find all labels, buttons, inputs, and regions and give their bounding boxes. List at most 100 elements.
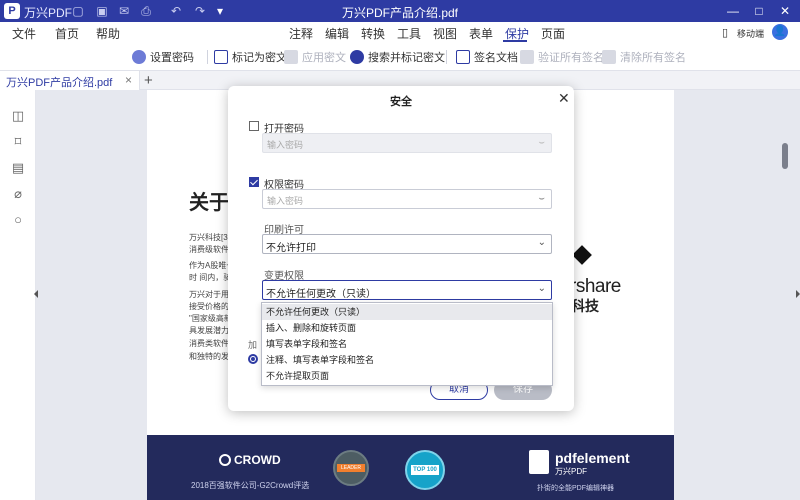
title-bar: P 万兴PDF ▢ ▣ ✉ ⎙ ↶ ↷ ▾ 万兴PDF产品介绍.pdf — □ … — [0, 0, 800, 22]
open-icon[interactable]: ▢ — [70, 3, 86, 19]
attachment-icon[interactable]: ⌀ — [10, 186, 26, 202]
document-tab[interactable]: 万兴PDF产品介绍.pdf × — [0, 71, 140, 90]
g2crowd-caption: 2018百强软件公司-G2Crowd评选 — [191, 481, 310, 490]
close-tab-icon[interactable]: × — [125, 73, 132, 87]
permission-password-checkbox[interactable] — [249, 177, 259, 187]
menu-form[interactable]: 表单 — [469, 25, 493, 42]
new-tab-icon[interactable]: + — [144, 72, 153, 89]
maximize-icon[interactable]: □ — [746, 0, 772, 22]
pdfelement-logo-icon — [529, 450, 549, 474]
mark-redaction-button[interactable]: 标记为密文 — [214, 49, 287, 65]
leader-badge-icon: LEADER — [333, 450, 369, 486]
chevron-down-icon: ⌄ — [537, 283, 546, 294]
clear-icon — [602, 50, 616, 64]
menu-view[interactable]: 视图 — [433, 25, 457, 42]
sign-document-button[interactable]: 签名文档 — [456, 49, 518, 65]
hidden-section-label: 加 — [248, 340, 258, 350]
open-password-placeholder: 输入密码 — [267, 140, 304, 150]
clear-signatures-button[interactable]: 清除所有签名 — [602, 49, 686, 65]
menu-tools[interactable]: 工具 — [397, 25, 421, 42]
brand-wordmark: rshare — [570, 276, 621, 297]
collapse-right-icon[interactable] — [796, 290, 800, 298]
show-password-icon[interactable]: ⌣ — [538, 137, 545, 148]
menu-home[interactable]: 首页 — [55, 25, 79, 42]
dialog-title: 安全 — [390, 96, 412, 108]
search-mark-redaction-label: 搜索并标记密文 — [368, 52, 445, 64]
dropdown-option[interactable]: 插入、删除和旋转页面 — [262, 320, 552, 336]
menu-edit[interactable]: 编辑 — [325, 25, 349, 42]
page-heading: 关于 — [189, 192, 229, 214]
app-name: 万兴PDF — [24, 6, 73, 20]
toolbar-divider — [446, 50, 447, 64]
page-text-line: 消费类软件, — [189, 339, 232, 348]
protect-toolbar: 设置密码 标记为密文 应用密文 搜索并标记密文 签名文档 验证所有签名 清除所有… — [0, 42, 800, 70]
search-icon — [350, 50, 364, 64]
print-icon[interactable]: ⎙ — [138, 3, 154, 19]
menu-comment[interactable]: 注释 — [289, 25, 313, 42]
search-panel-icon[interactable]: ○ — [10, 212, 26, 228]
pdfelement-cn-name: 万兴PDF — [555, 467, 587, 476]
change-permission-dropdown: 不允许任何更改（只读） 插入、删除和旋转页面 填写表单字段和签名 注释、填写表单… — [261, 302, 553, 386]
pdfelement-tagline: 扑街的全能PDF编辑神器 — [537, 485, 614, 492]
top100-badge-icon: TOP 100 — [405, 450, 445, 490]
page-footer-banner: CROWD 2018百强软件公司-G2Crowd评选 LEADER TOP 10… — [147, 435, 674, 500]
dropdown-option[interactable]: 不允许任何更改（只读） — [262, 304, 552, 320]
security-dialog: 安全 ✕ 打开密码 输入密码 ⌣ 权限密码 输入密码 ⌣ 印刷许可 不允许打印 … — [228, 86, 574, 411]
open-password-checkbox[interactable] — [249, 121, 259, 131]
dropdown-option[interactable]: 填写表单字段和签名 — [262, 336, 552, 352]
redo-icon[interactable]: ↷ — [192, 3, 208, 19]
vertical-scrollbar[interactable] — [782, 143, 788, 169]
verify-signatures-label: 验证所有签名 — [538, 52, 604, 64]
close-dialog-icon[interactable]: ✕ — [558, 90, 570, 107]
toolbar-divider — [207, 50, 208, 64]
chevron-down-icon: ⌄ — [537, 237, 546, 248]
quick-access-dropdown-icon[interactable]: ▾ — [212, 3, 228, 19]
menu-bar: 文件 首页 帮助 注释 编辑 转换 工具 视图 表单 保护 页面 ▯ 移动端 — [0, 22, 800, 42]
clear-signatures-label: 清除所有签名 — [620, 52, 686, 64]
dropdown-option[interactable]: 不允许提取页面 — [262, 368, 552, 384]
permission-password-placeholder: 输入密码 — [267, 196, 304, 206]
mark-redaction-label: 标记为密文 — [232, 52, 287, 64]
print-permission-select[interactable]: 不允许打印 ⌄ — [262, 234, 552, 254]
set-password-label: 设置密码 — [150, 52, 194, 64]
verify-signatures-button[interactable]: 验证所有签名 — [520, 49, 604, 65]
apply-redaction-button[interactable]: 应用密文 — [284, 49, 346, 65]
app-logo-icon: P — [4, 3, 20, 19]
wondershare-logo-icon — [572, 245, 592, 265]
menu-file[interactable]: 文件 — [12, 25, 36, 42]
mobile-icon[interactable]: ▯ — [722, 26, 728, 39]
mail-icon[interactable]: ✉ — [116, 3, 132, 19]
minimize-icon[interactable]: — — [720, 0, 746, 22]
open-password-input[interactable]: 输入密码 ⌣ — [262, 133, 552, 153]
show-password-icon[interactable]: ⌣ — [538, 193, 545, 204]
print-permission-value: 不允许打印 — [266, 243, 316, 254]
page-text-line: 时 间内，骑 — [189, 273, 232, 282]
user-avatar-icon[interactable]: 👤 — [772, 24, 788, 40]
save-icon[interactable]: ▣ — [94, 3, 110, 19]
search-mark-redaction-button[interactable]: 搜索并标记密文 — [350, 49, 445, 65]
verify-icon — [520, 50, 534, 64]
close-window-icon[interactable]: ✕ — [772, 0, 798, 22]
g2crowd-logo: CROWD — [219, 453, 281, 467]
apply-redaction-label: 应用密文 — [302, 52, 346, 64]
menu-page[interactable]: 页面 — [541, 25, 565, 42]
menu-help[interactable]: 帮助 — [96, 25, 120, 42]
encryption-radio[interactable] — [248, 354, 258, 364]
lock-icon — [132, 50, 146, 64]
pdfelement-name: pdfelement — [555, 450, 630, 466]
collapse-left-icon[interactable] — [34, 290, 38, 298]
mobile-label[interactable]: 移动端 — [737, 27, 764, 40]
undo-icon[interactable]: ↶ — [168, 3, 184, 19]
page-text-line: 消费级软件, — [189, 245, 232, 254]
left-sidebar: ◫ ⌑ ▤ ⌀ ○ — [0, 90, 36, 500]
dropdown-option[interactable]: 注释、填写表单字段和签名 — [262, 352, 552, 368]
comment-icon[interactable]: ▤ — [10, 160, 26, 176]
sign-document-label: 签名文档 — [474, 52, 518, 64]
checkmark-icon — [284, 50, 298, 64]
change-permission-select[interactable]: 不允许任何更改（只读） ⌄ — [262, 280, 552, 300]
bookmark-icon[interactable]: ⌑ — [10, 134, 26, 150]
permission-password-input[interactable]: 输入密码 ⌣ — [262, 189, 552, 209]
thumbnails-icon[interactable]: ◫ — [10, 108, 26, 124]
menu-convert[interactable]: 转换 — [361, 25, 385, 42]
set-password-button[interactable]: 设置密码 — [132, 49, 194, 65]
